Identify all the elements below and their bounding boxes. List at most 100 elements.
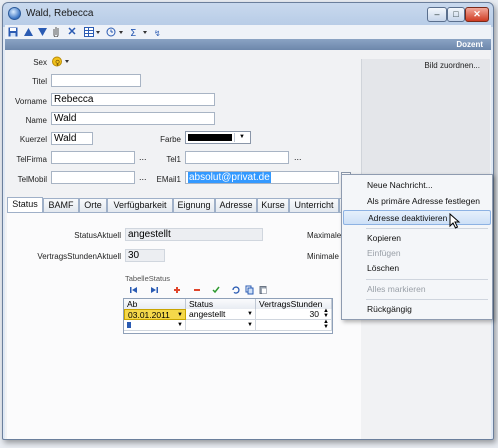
menu-item-new-message[interactable]: Neue Nachricht...: [343, 178, 491, 193]
telmobil-more-button[interactable]: ...: [139, 172, 147, 182]
app-icon: [8, 7, 21, 20]
spinner-icon[interactable]: ▲ ▼: [323, 319, 329, 330]
spinner-icon[interactable]: ▲ ▼: [323, 308, 329, 319]
tab-orte[interactable]: Orte: [79, 198, 107, 212]
tel1-more-button[interactable]: ...: [294, 152, 302, 162]
titel-label: Titel: [32, 77, 47, 86]
menu-separator: [366, 279, 488, 280]
sort-icon[interactable]: ↯: [153, 25, 165, 39]
vorname-field[interactable]: Rebecca: [51, 93, 215, 106]
mouse-cursor-icon: [449, 212, 461, 229]
first-record-icon[interactable]: [130, 287, 137, 293]
arrow-up-icon[interactable]: [23, 25, 33, 39]
assign-photo-link[interactable]: Bild zuordnen...: [424, 61, 480, 70]
window-title: Wald, Rebecca: [26, 8, 94, 19]
arrow-down-icon[interactable]: [37, 25, 47, 39]
table-new-row-cell-ab[interactable]: ▼: [124, 320, 186, 331]
name-label: Name: [25, 116, 47, 125]
context-menu: Neue Nachricht... Als primäre Adresse fe…: [341, 174, 493, 320]
table-cell-stunden[interactable]: 30 ▲ ▼: [256, 308, 332, 320]
statusaktuell-label: StatusAktuell: [74, 231, 121, 240]
photo-area[interactable]: Bild zuordnen...: [361, 59, 490, 191]
tab-unterricht[interactable]: Unterricht: [289, 198, 339, 212]
paste-icon[interactable]: [259, 286, 267, 294]
svg-text:♀: ♀: [55, 59, 60, 67]
telfirma-field[interactable]: [51, 151, 135, 164]
toolbar: ✕ Σ ↯: [5, 25, 491, 39]
minimize-button[interactable]: –: [427, 7, 447, 22]
tab-kurse[interactable]: Kurse: [257, 198, 289, 212]
telfirma-label: TelFirma: [16, 155, 47, 164]
tab-status[interactable]: Status: [7, 197, 43, 212]
menu-item-paste[interactable]: Einfügen: [343, 246, 491, 261]
remove-record-icon[interactable]: [194, 289, 200, 291]
kuerzel-label: Kuerzel: [19, 135, 47, 144]
refresh-icon[interactable]: [232, 286, 240, 294]
menu-item-undo[interactable]: Rückgängig: [343, 302, 491, 317]
sex-label: Sex: [33, 58, 47, 67]
telmobil-field[interactable]: [51, 171, 135, 184]
history-icon[interactable]: [105, 25, 125, 39]
column-header-status[interactable]: Status: [186, 299, 256, 309]
table-cell-status[interactable]: angestellt ▼: [186, 309, 256, 320]
sex-selector[interactable]: ♀: [52, 56, 72, 67]
tel1-field[interactable]: [185, 151, 289, 164]
section-header: Dozent: [5, 39, 491, 50]
statusaktuell-field[interactable]: angestellt: [125, 228, 263, 241]
confirm-icon[interactable]: [212, 286, 220, 294]
table-new-row-cell-status[interactable]: ▼: [186, 320, 256, 331]
menu-separator: [366, 299, 488, 300]
title-bar: Wald, Rebecca – □ ✕: [3, 3, 493, 25]
svg-text:↯: ↯: [154, 29, 161, 37]
delete-icon[interactable]: ✕: [67, 25, 77, 39]
status-table: Ab Status VertragsStunden 03.01.2011 ▼ a…: [123, 298, 333, 334]
cell-status-value: angestellt: [189, 309, 226, 319]
email1-field[interactable]: absolut@privat.de: [185, 171, 339, 184]
table-cell-ab[interactable]: 03.01.2011 ▼: [124, 309, 186, 320]
tab-verfuegbarkeit[interactable]: Verfügbarkeit: [107, 198, 173, 212]
tab-bamf[interactable]: BAMF: [43, 198, 79, 212]
chevron-down-icon: ▼: [247, 322, 253, 328]
name-field[interactable]: Wald: [51, 112, 215, 125]
farbe-picker[interactable]: ▼: [185, 131, 251, 144]
menu-separator: [366, 228, 488, 229]
close-button[interactable]: ✕: [465, 7, 489, 22]
vertrag-label: VertragsStundenAktuell: [37, 252, 121, 261]
grid-view-icon[interactable]: [83, 25, 101, 39]
menu-item-copy[interactable]: Kopieren: [343, 231, 491, 246]
new-row-marker: [127, 322, 131, 328]
column-header-stunden[interactable]: VertragsStunden: [256, 299, 332, 309]
chevron-down-icon: ▼: [177, 322, 183, 328]
last-record-icon[interactable]: [151, 287, 158, 293]
chevron-down-icon: ▼: [247, 311, 253, 317]
save-icon[interactable]: [7, 25, 19, 39]
cell-stunden-value: 30: [309, 309, 319, 319]
farbe-label: Farbe: [160, 135, 181, 144]
table-label: TabelleStatus: [125, 274, 171, 283]
attachment-icon[interactable]: [51, 25, 61, 39]
telmobil-label: TelMobil: [17, 175, 47, 184]
email1-selected-text: absolut@privat.de: [188, 172, 271, 183]
menu-item-select-all[interactable]: Alles markieren: [343, 282, 491, 297]
titel-field[interactable]: [51, 74, 141, 87]
kuerzel-field[interactable]: Wald: [51, 132, 93, 145]
section-title: Dozent: [456, 40, 483, 49]
menu-item-delete[interactable]: Löschen: [343, 261, 491, 276]
cell-ab-value: 03.01.2011: [128, 310, 170, 320]
telfirma-more-button[interactable]: ...: [139, 152, 147, 162]
vertrag-field[interactable]: 30: [125, 249, 165, 262]
menu-item-deactivate-address[interactable]: Adresse deaktivieren: [343, 210, 491, 225]
table-new-row-cell-stunden[interactable]: ▲ ▼: [256, 319, 332, 331]
copy-icon[interactable]: [245, 285, 254, 295]
color-swatch: [188, 134, 232, 141]
tab-adresse[interactable]: Adresse: [215, 198, 257, 212]
maximize-button[interactable]: □: [447, 7, 465, 22]
sum-icon[interactable]: Σ: [129, 25, 149, 39]
email1-label: EMail1: [156, 175, 181, 184]
tab-eignung[interactable]: Eignung: [173, 198, 215, 212]
add-record-icon[interactable]: [174, 287, 180, 293]
column-header-ab[interactable]: Ab: [124, 299, 186, 309]
svg-text:Σ: Σ: [130, 28, 136, 37]
vorname-label: Vorname: [14, 97, 47, 106]
menu-item-set-primary[interactable]: Als primäre Adresse festlegen: [343, 194, 491, 209]
